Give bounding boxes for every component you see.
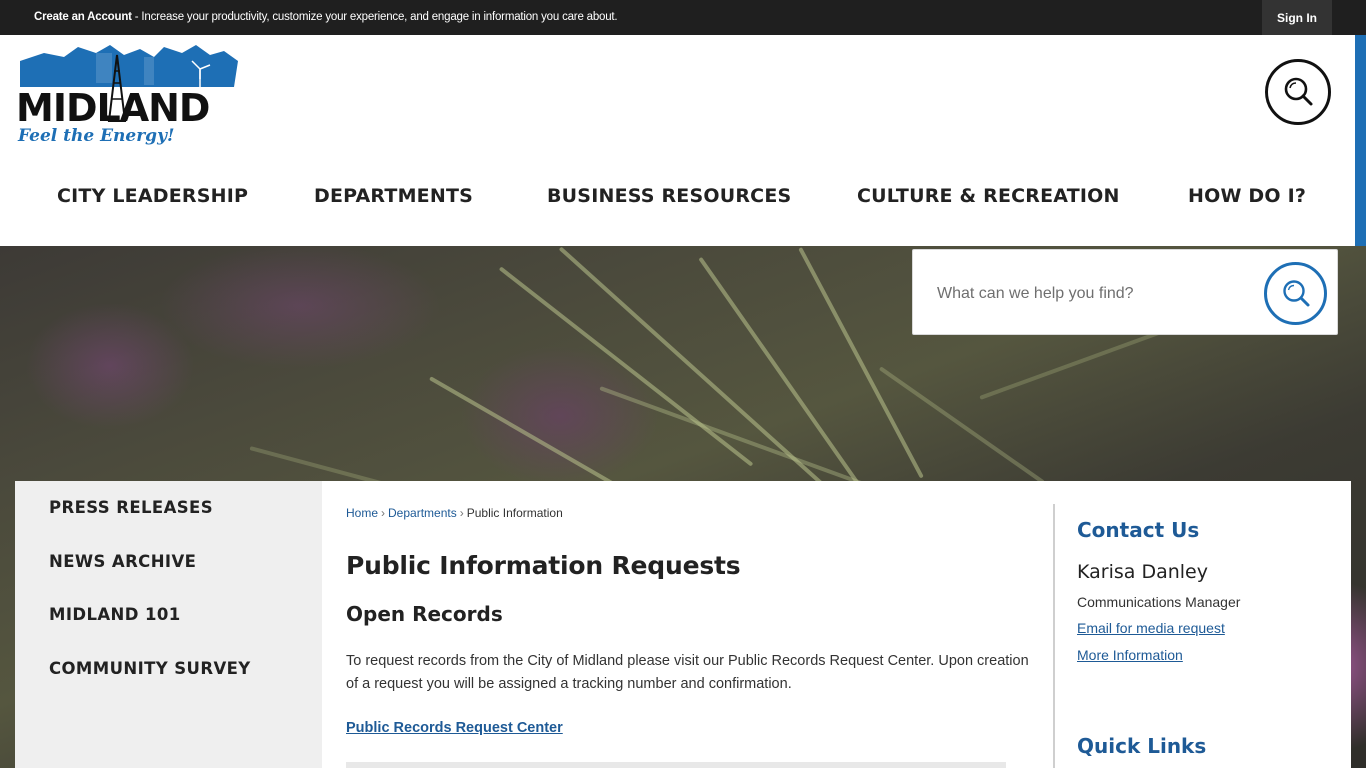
sidebar-item-midland-101[interactable]: MIDLAND 101 bbox=[49, 605, 181, 624]
svg-text:Feel the Energy!: Feel the Energy! bbox=[17, 126, 174, 146]
email-media-request-link[interactable]: Email for media request bbox=[1077, 620, 1225, 636]
sidebar-item-press-releases[interactable]: PRESS RELEASES bbox=[49, 498, 213, 517]
nav-business-resources[interactable]: BUSINESS RESOURCES bbox=[547, 185, 791, 207]
main-navigation: CITY LEADERSHIP DEPARTMENTS BUSINESS RES… bbox=[0, 185, 1355, 213]
contact-us-heading: Contact Us bbox=[1077, 518, 1200, 542]
page-title: Public Information Requests bbox=[346, 551, 741, 580]
contact-name: Karisa Danley bbox=[1077, 561, 1208, 583]
create-account-text: - Increase your productivity, customize … bbox=[131, 11, 618, 23]
sidebar-item-news-archive[interactable]: NEWS ARCHIVE bbox=[49, 552, 196, 571]
nav-departments[interactable]: DEPARTMENTS bbox=[314, 185, 473, 207]
more-information-link[interactable]: More Information bbox=[1077, 647, 1183, 663]
column-divider bbox=[1053, 504, 1055, 768]
breadcrumb-departments[interactable]: Departments bbox=[388, 506, 457, 520]
nav-city-leadership[interactable]: CITY LEADERSHIP bbox=[57, 185, 248, 207]
breadcrumb-separator: › bbox=[381, 506, 386, 520]
section-sidebar: PRESS RELEASES NEWS ARCHIVE MIDLAND 101 … bbox=[15, 481, 322, 768]
sidebar-item-community-survey[interactable]: COMMUNITY SURVEY bbox=[49, 659, 251, 678]
nav-how-do-i[interactable]: HOW DO I? bbox=[1188, 185, 1306, 207]
truncated-text-line bbox=[346, 760, 1006, 768]
public-records-request-link[interactable]: Public Records Request Center bbox=[346, 720, 563, 736]
search-icon bbox=[1282, 279, 1309, 306]
search-input[interactable] bbox=[937, 280, 1257, 308]
breadcrumb-current: Public Information bbox=[466, 506, 563, 520]
logo-graphic: MIDLAND Feel the Energy! bbox=[16, 45, 238, 146]
nav-culture-recreation[interactable]: CULTURE & RECREATION bbox=[857, 185, 1120, 207]
header-search-button[interactable] bbox=[1265, 59, 1331, 125]
intro-paragraph: To request records from the City of Midl… bbox=[346, 653, 1029, 692]
search-submit-button[interactable] bbox=[1264, 262, 1327, 325]
midland-logo[interactable]: MIDLAND Feel the Energy! bbox=[14, 43, 242, 147]
quick-links-heading: Quick Links bbox=[1077, 734, 1207, 758]
header-accent-stripe bbox=[1355, 35, 1366, 246]
svg-text:MIDLAND: MIDLAND bbox=[16, 86, 209, 130]
create-account-link[interactable]: Create an Account bbox=[34, 11, 132, 23]
sign-in-button[interactable]: Sign In bbox=[1262, 0, 1332, 35]
breadcrumb: Home › Departments › Public Information bbox=[346, 506, 563, 520]
breadcrumb-separator: › bbox=[459, 506, 464, 520]
breadcrumb-home[interactable]: Home bbox=[346, 506, 378, 520]
top-bar: Create an Account - Increase your produc… bbox=[0, 0, 1366, 35]
search-icon bbox=[1284, 77, 1313, 106]
site-header: MIDLAND Feel the Energy! CITY LEADERSHIP… bbox=[0, 35, 1355, 246]
create-account-message: Create an Account - Increase your produc… bbox=[34, 11, 618, 23]
site-search-box bbox=[912, 249, 1338, 335]
section-subheading: Open Records bbox=[346, 602, 503, 626]
contact-role: Communications Manager bbox=[1077, 594, 1241, 610]
